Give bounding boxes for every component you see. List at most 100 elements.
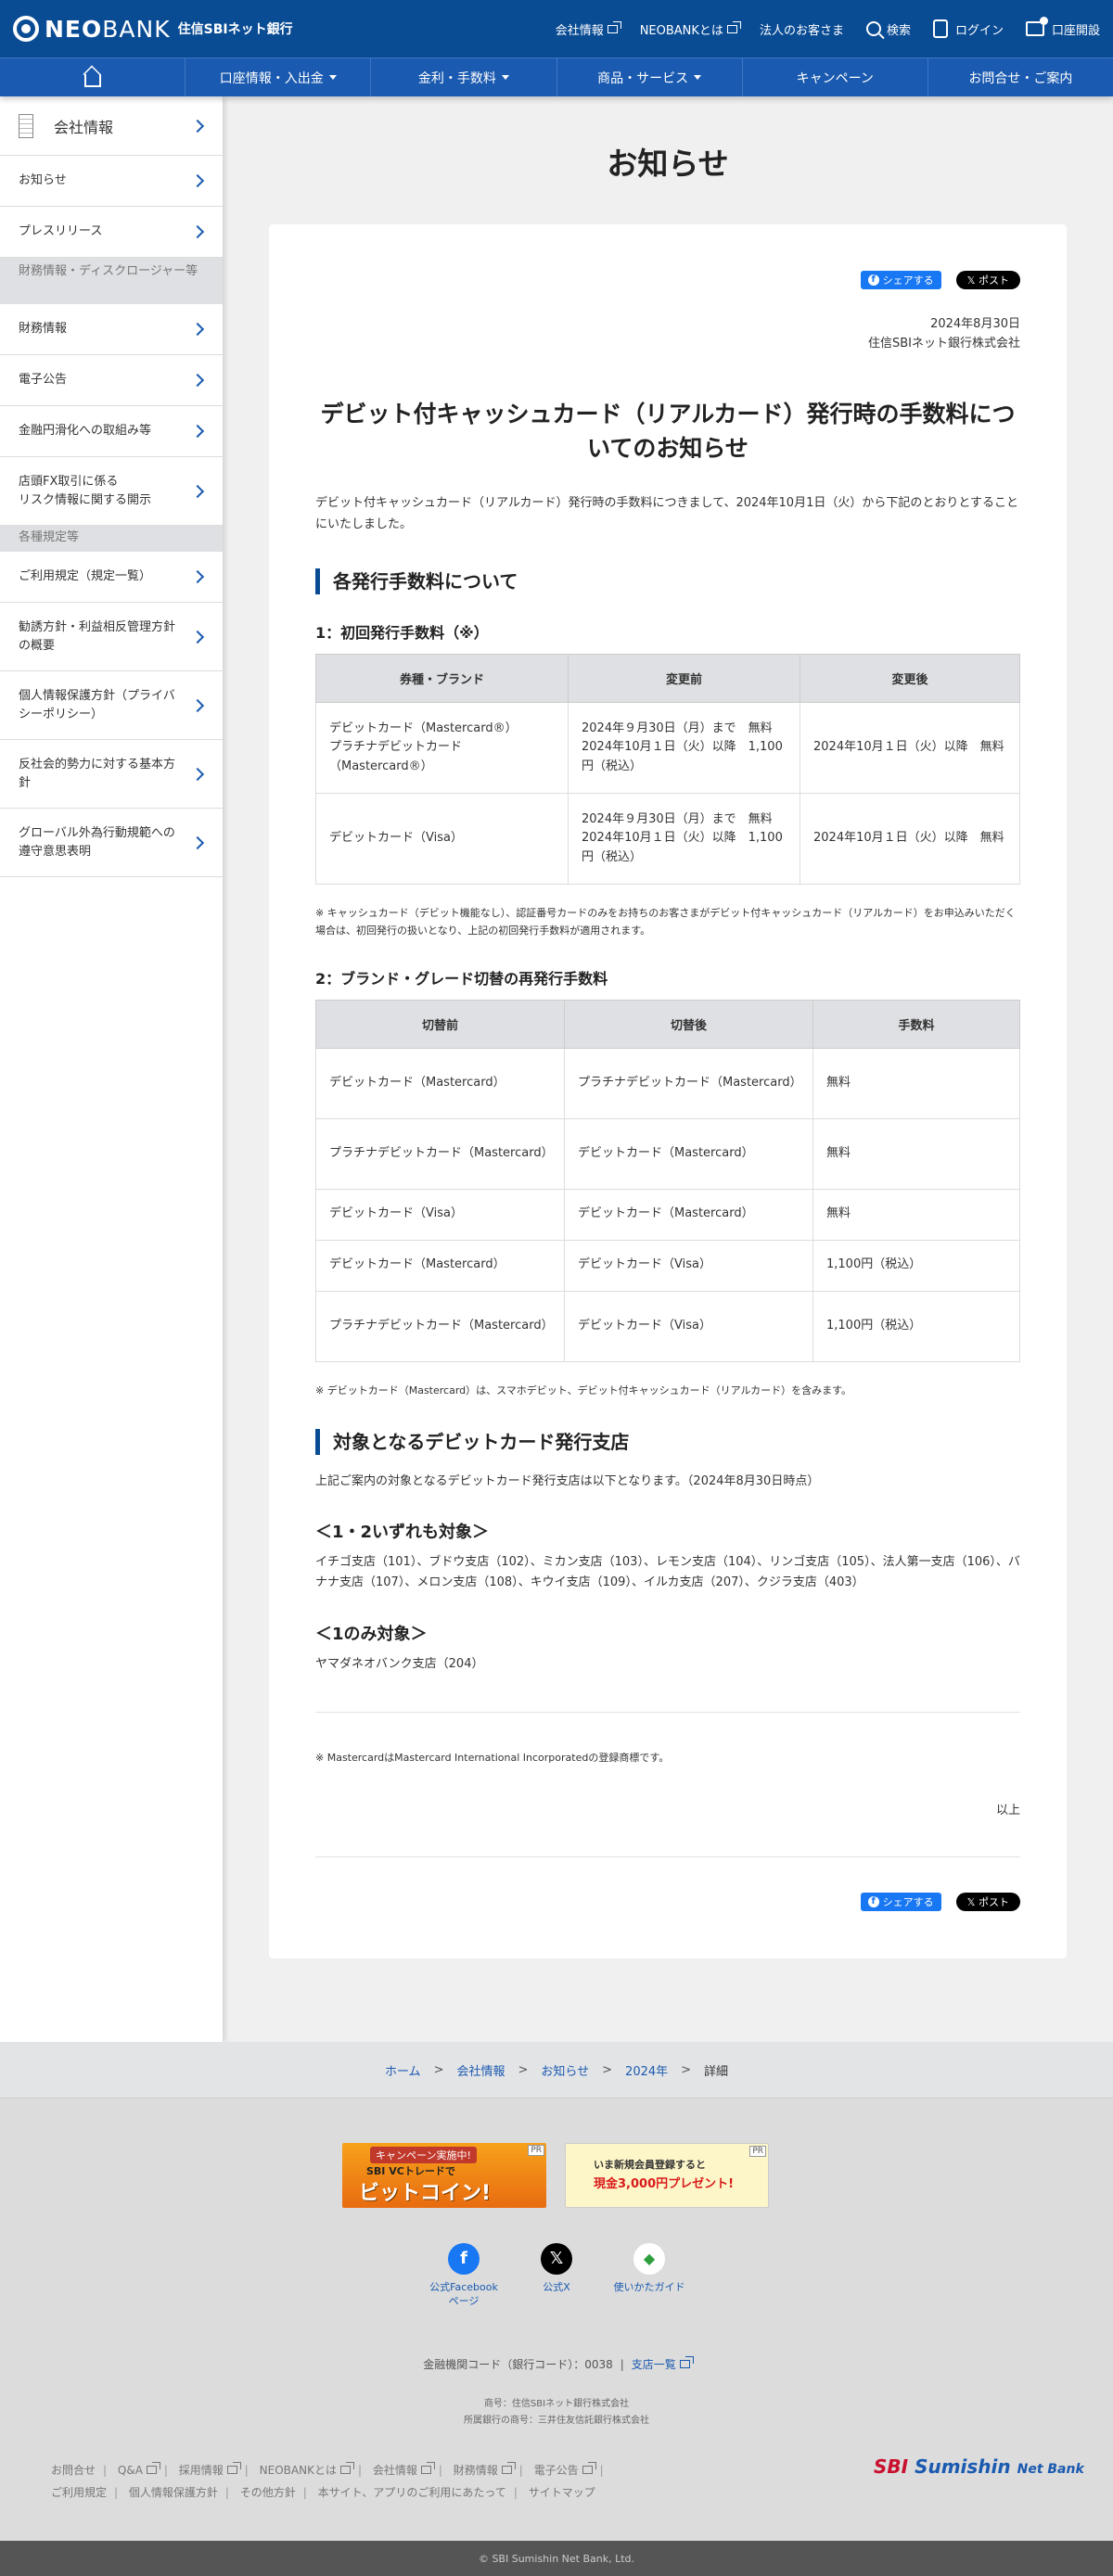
x-post-button[interactable]: 𝕏 ポスト: [955, 271, 1020, 289]
facebook-share-button[interactable]: f シェアする: [860, 1892, 941, 1911]
table-cell: プラチナデビットカード（Mastercard）: [315, 1117, 565, 1190]
external-link-icon: [420, 2462, 435, 2474]
footer-link-site-usage[interactable]: 本サイト、アプリのご利用にあたって: [318, 2486, 506, 2499]
pr-badge: PR: [749, 2146, 766, 2157]
nav-account[interactable]: 口座情報・入出金: [186, 58, 372, 96]
table-header: 変更前: [568, 654, 800, 704]
copyright: © SBI Sumishin Net Bank, Ltd.: [0, 2541, 1113, 2576]
footer-link-sitemap[interactable]: サイトマップ: [529, 2486, 595, 2499]
sidebar-item-fx-code[interactable]: グローバル外為行動規範への遵守意思表明: [0, 809, 223, 877]
breadcrumb-separator: >: [518, 2062, 529, 2077]
top-header: NEO BANK 住信SBIネット銀行 会社情報 NEOBANKとは 法人のお客さ…: [0, 0, 1113, 57]
nav-rates[interactable]: 金利・手数料: [371, 58, 557, 96]
breadcrumb-home[interactable]: ホーム: [385, 2061, 421, 2079]
footer-link-contact[interactable]: お問合せ: [51, 2464, 96, 2477]
table-cell: デビットカード（Visa）: [564, 1239, 813, 1292]
sidebar-item-news[interactable]: お知らせ: [0, 156, 223, 207]
caret-down-icon: [328, 75, 337, 80]
article-company: 住信SBIネット銀行株式会社: [867, 336, 1020, 351]
caret-down-icon: [501, 75, 509, 80]
search-button[interactable]: 検索: [865, 20, 911, 38]
branches-intro: 上記ご案内の対象となるデビットカード発行支店は以下となります。（2024年8月3…: [315, 1474, 820, 1489]
table-cell: 2024年10月１日（火）以降 無料: [800, 793, 1020, 886]
sidebar-item-financial[interactable]: 財務情報: [0, 304, 223, 355]
bank-code: 金融機関コード（銀行コード）：0038 | 支店一覧: [0, 2356, 1113, 2372]
initial-fee-table: 券種・ブランド 変更前 変更後 デビットカード（Mastercard®） プラチ…: [315, 654, 1020, 886]
breadcrumb-company[interactable]: 会社情報: [456, 2061, 505, 2079]
breadcrumb: ホーム > 会社情報 > お知らせ > 2024年 > 詳細: [0, 2042, 1113, 2098]
sidebar-item-terms[interactable]: ご利用規定（規定一覧）: [0, 552, 223, 603]
sidebar-item-press[interactable]: プレスリリース: [0, 207, 223, 258]
open-account-button[interactable]: 口座開設: [1025, 17, 1100, 38]
sidebar-item-facilitation[interactable]: 金融円滑化への取組み等: [0, 406, 223, 457]
banner-membership-campaign[interactable]: PR いま新規会員登録すると 現金3,000円プレゼント!: [565, 2143, 769, 2208]
social-facebook[interactable]: f 公式Facebookページ: [427, 2243, 501, 2309]
footer-link-e-notice[interactable]: 電子公告: [534, 2462, 596, 2477]
x-icon: 𝕏: [966, 274, 979, 287]
footer-link-qa[interactable]: Q&A: [118, 2462, 160, 2477]
nav-home[interactable]: [0, 58, 186, 96]
divider: [315, 1711, 1020, 1713]
footer: PR キャンペーン実施中! SBI VCトレードで ビットコイン! PR いま新…: [0, 2098, 1113, 2541]
nav-campaign[interactable]: キャンペーン: [743, 58, 928, 96]
sidebar-item-privacy[interactable]: 個人情報保護方針（プライバシーポリシー）: [0, 671, 223, 740]
table-header: 変更後: [800, 654, 1020, 704]
footer-link-financial[interactable]: 財務情報: [454, 2462, 516, 2477]
table-cell: デビットカード（Visa）: [315, 1188, 565, 1241]
sidebar-item-fx-risk[interactable]: 店頭FX取引に係る リスク情報に関する開示: [0, 457, 223, 526]
neobank-logo[interactable]: NEO BANK 住信SBIネット銀行: [13, 16, 293, 43]
table-cell: プラチナデビットカード（Mastercard）: [564, 1047, 813, 1119]
breadcrumb-news[interactable]: お知らせ: [541, 2061, 589, 2079]
footer-link-policies[interactable]: その他方針: [240, 2486, 296, 2499]
nav-contact[interactable]: お問合せ・ご案内: [928, 58, 1113, 96]
link-company-info[interactable]: 会社情報: [556, 20, 621, 38]
subheading-both: ＜1・2いずれも対象＞: [315, 1522, 490, 1542]
nav-products[interactable]: 商品・サービス: [557, 58, 743, 96]
sidebar-category-finance: 財務情報・ディスクロージャー等: [0, 258, 223, 304]
subheading-one-only: ＜1のみ対象＞: [315, 1624, 428, 1644]
external-link-icon: [146, 2462, 160, 2474]
banner-text: いま新規会員登録すると: [594, 2159, 706, 2171]
social-x[interactable]: 𝕏 公式X: [519, 2243, 594, 2294]
table-cell: 1,100円（税込）: [812, 1239, 1020, 1292]
beginner-mark-icon: ◆: [633, 2243, 665, 2275]
x-post-button[interactable]: 𝕏 ポスト: [955, 1892, 1020, 1911]
facebook-share-button[interactable]: f シェアする: [860, 271, 941, 289]
table-cell: 2024年10月１日（火）以降 無料: [800, 702, 1020, 795]
footer-link-company[interactable]: 会社情報: [373, 2462, 435, 2477]
login-button[interactable]: ログイン: [932, 19, 1004, 38]
footer-link-recruit[interactable]: 採用情報: [179, 2462, 241, 2477]
table-cell: 無料: [812, 1117, 1020, 1190]
breadcrumb-current: 詳細: [704, 2064, 729, 2079]
link-about-neobank[interactable]: NEOBANKとは: [640, 20, 741, 38]
branches-one-list: ヤマダネオバンク支店（204）: [315, 1656, 484, 1671]
external-link-icon: [726, 20, 741, 33]
banner-bitcoin-campaign[interactable]: PR キャンペーン実施中! SBI VCトレードで ビットコイン!: [342, 2143, 546, 2208]
branch-list-link[interactable]: 支店一覧: [632, 2356, 694, 2371]
external-link-icon: [226, 2462, 241, 2474]
sidebar-item-antisocial[interactable]: 反社会的勢力に対する基本方針: [0, 740, 223, 809]
sidebar-item-e-notice[interactable]: 電子公告: [0, 355, 223, 406]
table-row: デビットカード（Mastercard） デビットカード（Visa） 1,100円…: [315, 1239, 1020, 1292]
x-icon: 𝕏: [966, 1895, 979, 1908]
sidebar-head-company-info[interactable]: 会社情報: [0, 96, 223, 156]
footer-link-privacy[interactable]: 個人情報保護方針: [129, 2486, 218, 2499]
footer-link-terms[interactable]: ご利用規定: [51, 2486, 107, 2499]
table-row: デビットカード（Mastercard） プラチナデビットカード（Masterca…: [315, 1047, 1020, 1119]
sidebar-item-solicitation[interactable]: 勧誘方針・利益相反管理方針の概要: [0, 603, 223, 671]
table-cell: デビットカード（Mastercard）: [564, 1188, 813, 1241]
table-header: 券種・ブランド: [315, 654, 569, 704]
social-guide[interactable]: ◆ 使いかたガイド: [612, 2243, 686, 2294]
trade-name: 商号：住信SBIネット銀行株式会社: [483, 2399, 630, 2409]
closing-text: 以上: [995, 1803, 1020, 1817]
breadcrumb-year[interactable]: 2024年: [625, 2061, 668, 2079]
external-link-icon: [679, 2356, 694, 2368]
article-title: デビット付キャッシュカード（リアルカード）発行時の手数料についてのお知らせ: [320, 400, 1016, 463]
banner-text: 現金3,000円プレゼント!: [594, 2177, 735, 2191]
table-cell: デビットカード（Mastercard）: [315, 1239, 565, 1292]
sidebar: 会社情報 お知らせ プレスリリース 財務情報・ディスクロージャー等 財務情報 電…: [0, 96, 223, 2042]
note-initial-fee: ※ キャッシュカード（デビット機能なし）、認証番号カードのみをお持ちのお客さまが…: [315, 907, 1016, 937]
link-corporate[interactable]: 法人のお客さま: [760, 20, 844, 38]
footer-link-about[interactable]: NEOBANKとは: [260, 2462, 354, 2477]
sbi-sumishin-logo: SBI Sumishin Net Bank: [874, 2455, 1084, 2478]
